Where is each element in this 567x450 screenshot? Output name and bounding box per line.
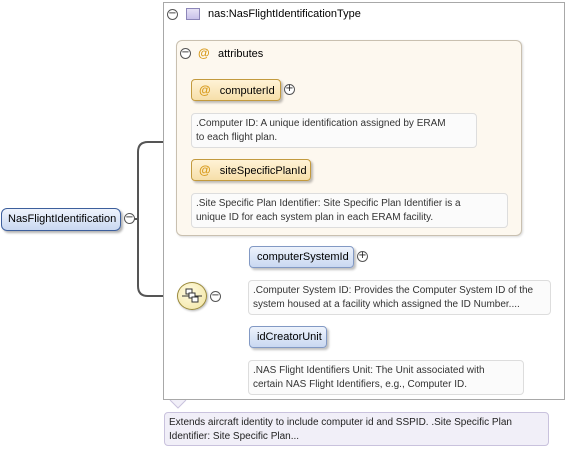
attribute-siteSpecificPlanId[interactable]: @ siteSpecificPlanId xyxy=(191,159,311,181)
sequence-compositor-icon[interactable] xyxy=(177,282,207,310)
root-element-name: NasFlightIdentification xyxy=(8,213,117,225)
root-collapse-toggle[interactable]: − xyxy=(124,213,135,224)
element-name: idCreatorUnit xyxy=(257,331,322,343)
attributes-collapse-toggle[interactable]: − xyxy=(180,48,191,59)
attribute-at-icon: @ xyxy=(199,163,211,177)
doc-line: .NAS Flight Identifiers Unit: The Unit a… xyxy=(253,365,485,376)
computerId-documentation: .Computer ID: A unique identification as… xyxy=(191,113,477,148)
type-collapse-toggle[interactable]: − xyxy=(167,9,178,20)
computerSystemId-documentation: .Computer System ID: Provides the Comput… xyxy=(248,280,551,315)
idCreatorUnit-documentation: .NAS Flight Identifiers Unit: The Unit a… xyxy=(248,360,524,395)
type-name: nas:NasFlightIdentificationType xyxy=(208,8,361,20)
sequence-glyph-icon xyxy=(182,288,202,303)
doc-line: system housed at a facility which assign… xyxy=(253,299,520,310)
attribute-name: computerId xyxy=(219,85,275,97)
doc-line: Identifier: Site Specific Plan... xyxy=(169,431,300,442)
root-element-NasFlightIdentification[interactable]: NasFlightIdentification xyxy=(1,208,121,231)
siteSpecificPlanId-documentation: .Site Specific Plan Identifier: Site Spe… xyxy=(191,193,508,228)
doc-line: certain NAS Flight Identifiers, e.g., Co… xyxy=(253,379,467,390)
computerSystemId-expand-toggle[interactable]: + xyxy=(357,251,368,262)
attribute-name: siteSpecificPlanId xyxy=(219,165,307,177)
doc-line: .Computer System ID: Provides the Comput… xyxy=(253,285,534,296)
element-name: computerSystemId xyxy=(257,251,349,263)
attribute-at-icon: @ xyxy=(199,83,211,97)
complex-type-icon xyxy=(186,8,200,20)
sequence-collapse-toggle[interactable]: − xyxy=(210,291,221,302)
computerId-expand-toggle[interactable]: + xyxy=(284,84,295,95)
doc-pointer xyxy=(169,399,187,409)
root-element-documentation: Extends aircraft identity to include com… xyxy=(164,412,549,446)
doc-line: .Site Specific Plan Identifier: Site Spe… xyxy=(196,198,461,209)
doc-line: Extends aircraft identity to include com… xyxy=(169,417,512,428)
attributes-label: attributes xyxy=(218,48,264,60)
element-computerSystemId[interactable]: computerSystemId xyxy=(249,246,354,268)
element-idCreatorUnit[interactable]: idCreatorUnit xyxy=(249,326,327,348)
attributes-at-icon: @ xyxy=(198,46,210,60)
attribute-computerId[interactable]: @ computerId xyxy=(191,79,281,101)
doc-line: unique ID for each system plan in each E… xyxy=(196,212,434,223)
doc-line: .Computer ID: A unique identification as… xyxy=(196,118,446,129)
doc-line: to each flight plan. xyxy=(196,132,278,143)
